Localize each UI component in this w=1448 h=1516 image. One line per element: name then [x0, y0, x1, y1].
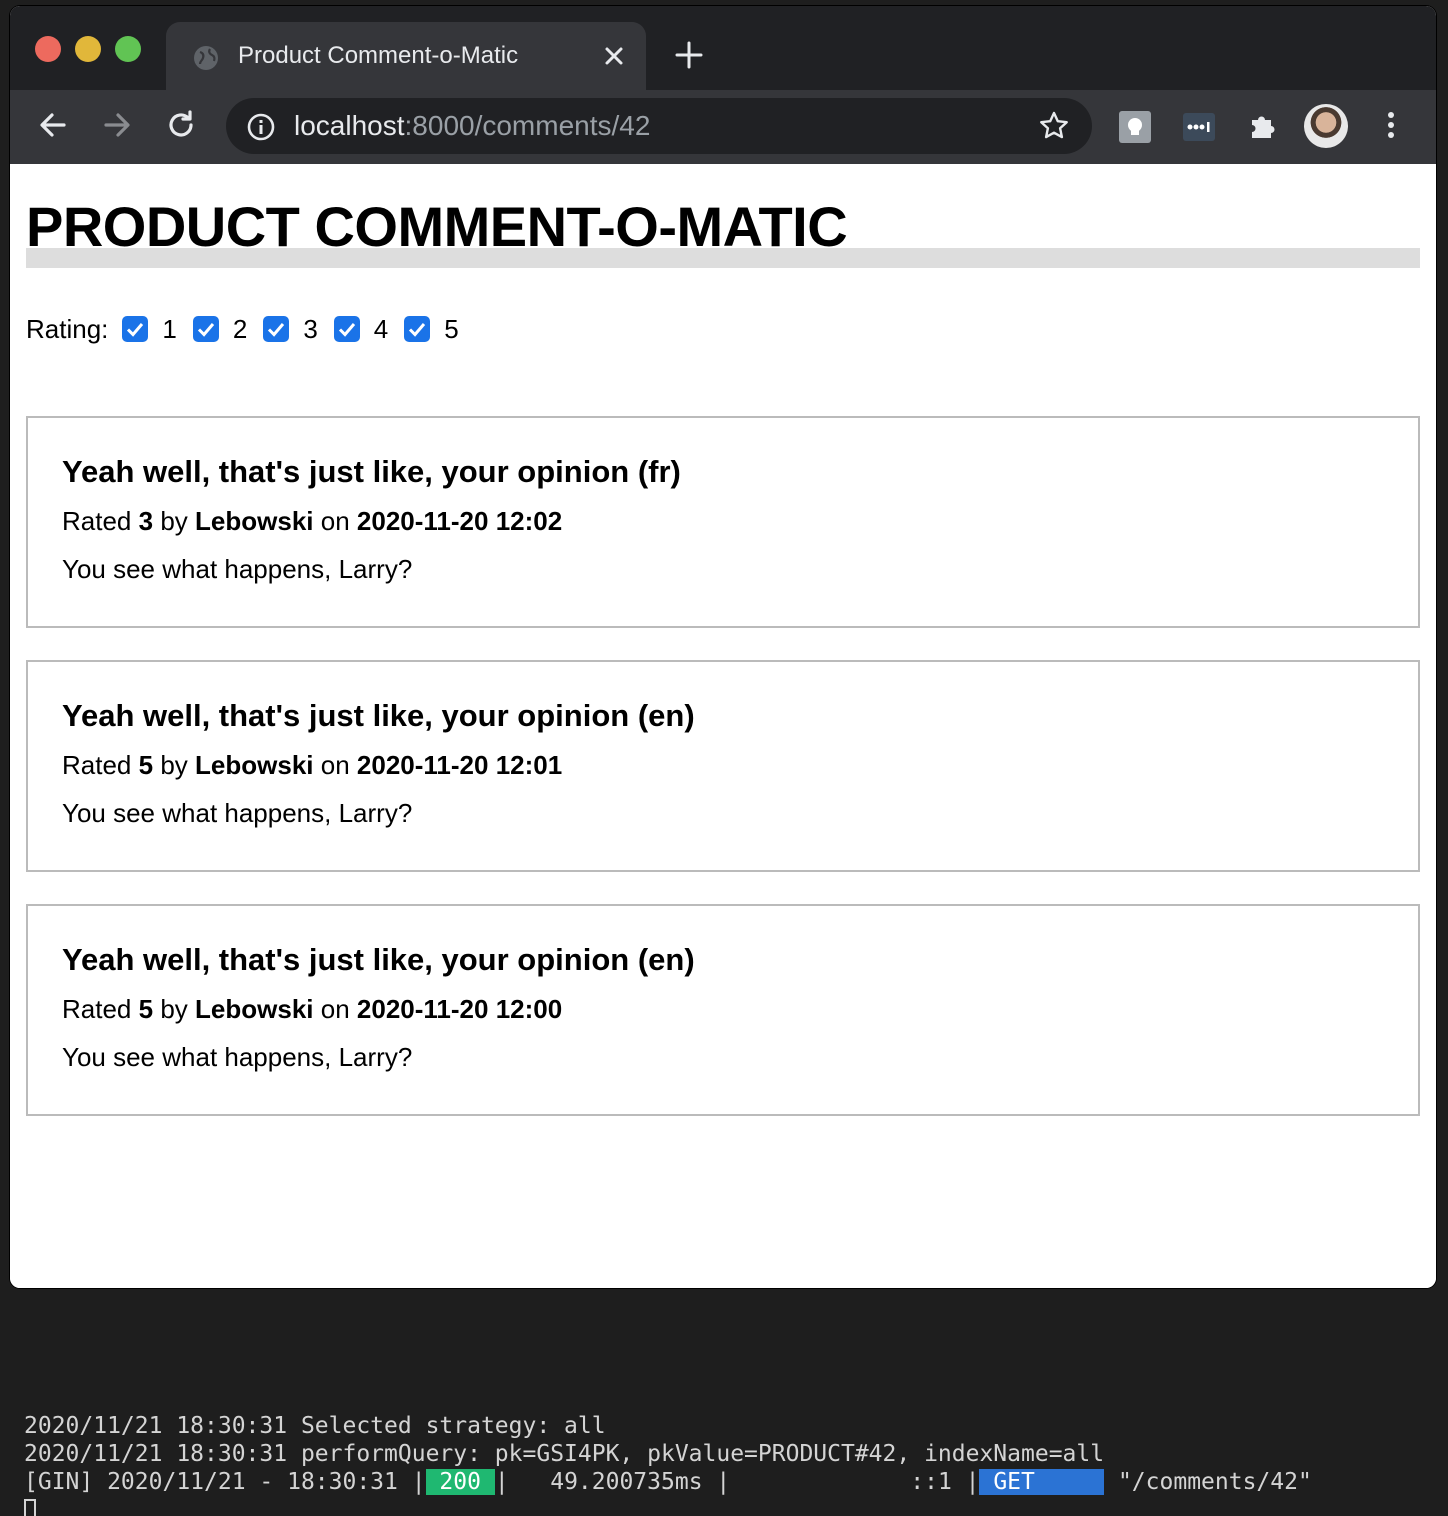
rating-filter: Rating: 1 2 3 4 5 — [26, 312, 475, 346]
close-window-button[interactable] — [35, 36, 61, 62]
extension-bulb-icon[interactable] — [1118, 110, 1152, 144]
globe-icon — [194, 46, 218, 70]
address-bar[interactable]: localhost:8000/comments/42 — [226, 98, 1092, 154]
rating-checkbox-3[interactable] — [263, 316, 290, 342]
profile-avatar[interactable] — [1304, 104, 1348, 148]
rating-option-label: 4 — [373, 313, 389, 344]
comment-title: Yeah well, that's just like, your opinio… — [62, 698, 695, 733]
comment-body: You see what happens, Larry? — [62, 1042, 413, 1072]
url-text[interactable]: localhost:8000/comments/42 — [294, 110, 650, 142]
extensions-puzzle-icon[interactable] — [1246, 108, 1280, 142]
terminal-line: 2020/11/21 18:30:31 performQuery: pk=GSI… — [24, 1441, 1105, 1467]
reload-icon[interactable] — [164, 108, 198, 142]
terminal-line: 2020/11/21 18:30:31 Selected strategy: a… — [24, 1413, 606, 1439]
url-path: :8000/comments/42 — [404, 110, 651, 141]
tab-active[interactable]: Product Comment-o-Matic — [166, 22, 646, 90]
comment-meta: Rated 5 by Lebowski on 2020-11-20 12:00 — [62, 994, 563, 1024]
comment-rating: 3 — [138, 506, 154, 536]
request-path: "/comments/42" — [1104, 1469, 1312, 1495]
rating-checkbox-4[interactable] — [333, 316, 360, 342]
rating-filter-label: Rating: — [26, 313, 109, 344]
terminal-line-prefix: [GIN] 2020/11/21 - 18:30:31 | — [24, 1469, 426, 1495]
rating-option-label: 3 — [303, 313, 318, 344]
close-tab-icon[interactable] — [600, 42, 628, 70]
terminal-log: 2020/11/21 18:30:31 Selected strategy: a… — [24, 1412, 1312, 1516]
rating-checkbox-5[interactable] — [404, 316, 431, 342]
comment-meta: Rated 5 by Lebowski on 2020-11-20 12:01 — [62, 750, 563, 780]
more-menu-icon[interactable] — [1374, 108, 1408, 142]
comment-author: Lebowski — [195, 750, 314, 780]
minimize-window-button[interactable] — [75, 36, 101, 62]
rating-option-label: 5 — [444, 313, 459, 344]
page-content: PRODUCT COMMENT-O-MATIC Rating: 1 2 3 4 … — [10, 164, 1436, 1288]
bookmark-star-icon[interactable] — [1038, 110, 1070, 142]
comment-timestamp: 2020-11-20 12:01 — [356, 750, 563, 780]
comment-rating: 5 — [138, 994, 154, 1024]
comment-body: You see what happens, Larry? — [62, 798, 413, 828]
new-tab-icon[interactable] — [674, 40, 704, 70]
terminal-cursor[interactable] — [24, 1498, 36, 1516]
back-icon[interactable] — [36, 108, 70, 142]
browser-toolbar: localhost:8000/comments/42 — [10, 90, 1436, 164]
comment-card: Yeah well, that's just like, your opinio… — [26, 660, 1420, 872]
comment-author: Lebowski — [195, 994, 314, 1024]
comment-body: You see what happens, Larry? — [62, 554, 413, 584]
comment-meta: Rated 3 by Lebowski on 2020-11-20 12:02 — [62, 506, 563, 536]
title-underline — [26, 248, 1420, 268]
rating-checkbox-2[interactable] — [192, 316, 219, 342]
comment-timestamp: 2020-11-20 12:00 — [356, 994, 563, 1024]
tab-title: Product Comment-o-Matic — [238, 42, 519, 69]
comment-title: Yeah well, that's just like, your opinio… — [62, 454, 681, 489]
extension-password-icon[interactable] — [1182, 110, 1216, 144]
rating-checkbox-1[interactable] — [122, 316, 149, 342]
tab-strip: Product Comment-o-Matic — [10, 6, 1436, 90]
rating-option-label: 2 — [232, 313, 248, 344]
browser-window: Product Comment-o-Matic localhost:8000/c… — [10, 6, 1436, 1288]
forward-icon[interactable] — [100, 108, 134, 142]
comment-card: Yeah well, that's just like, your opinio… — [26, 416, 1420, 628]
comment-rating: 5 — [138, 750, 154, 780]
status-code-badge: 200 — [425, 1469, 495, 1495]
url-host: localhost — [294, 110, 405, 141]
http-method-badge: GET — [979, 1469, 1105, 1495]
rating-option-label: 1 — [162, 313, 177, 344]
comment-timestamp: 2020-11-20 12:02 — [356, 506, 563, 536]
comment-card: Yeah well, that's just like, your opinio… — [26, 904, 1420, 1116]
zoom-window-button[interactable] — [115, 36, 141, 62]
terminal-line-mid: | 49.200735ms | ::1 | — [494, 1469, 980, 1495]
comment-author: Lebowski — [195, 506, 314, 536]
site-info-icon[interactable] — [246, 112, 276, 142]
comment-title: Yeah well, that's just like, your opinio… — [62, 942, 695, 977]
